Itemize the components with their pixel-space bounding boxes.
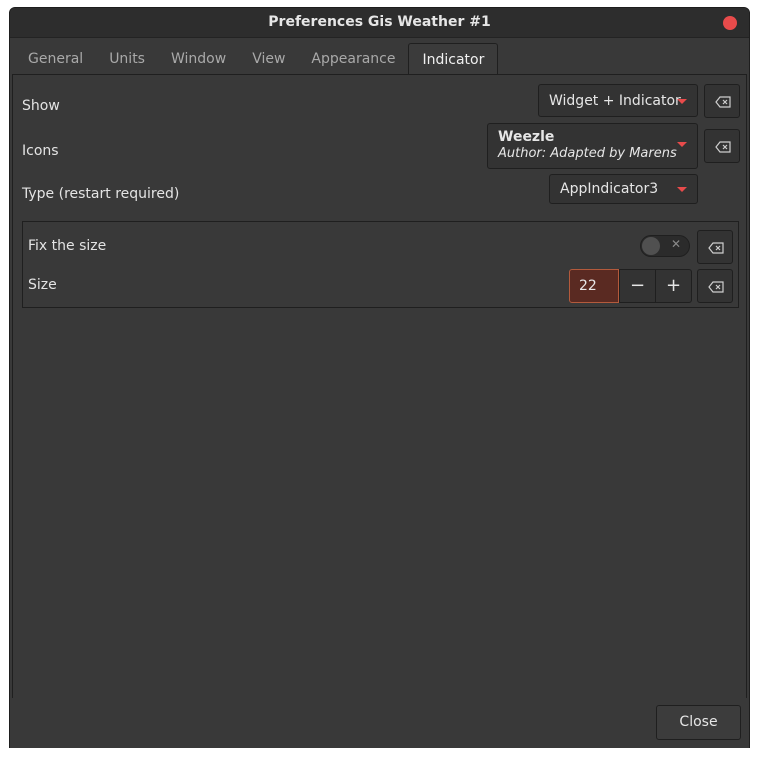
backspace-icon xyxy=(708,242,724,254)
icons-label: Icons xyxy=(22,143,59,159)
size-clear-button[interactable] xyxy=(697,269,733,303)
type-label: Type (restart required) xyxy=(22,186,180,202)
dialog-action-area xyxy=(10,698,749,748)
size-value: 22 xyxy=(579,278,597,294)
icons-combo[interactable]: Weezle Author: Adapted by Marens xyxy=(487,123,698,169)
icons-combo-title: Weezle xyxy=(498,129,555,145)
size-options-frame: Fix the size ✕ Size 22 − + xyxy=(22,221,739,308)
tab-units[interactable]: Units xyxy=(96,43,158,75)
close-button[interactable]: Close xyxy=(656,705,741,740)
fix-size-label: Fix the size xyxy=(28,238,107,254)
tab-appearance[interactable]: Appearance xyxy=(298,43,408,75)
tab-window[interactable]: Window xyxy=(158,43,239,75)
tab-general[interactable]: General xyxy=(15,43,96,75)
tab-view[interactable]: View xyxy=(239,43,298,75)
indicator-page: Show Widget + Indicator Icons Weezle Aut… xyxy=(12,74,747,699)
titlebar[interactable]: Preferences Gis Weather #1 xyxy=(10,8,749,38)
chevron-down-icon xyxy=(677,142,687,147)
fix-size-switch[interactable]: ✕ xyxy=(640,235,690,257)
size-input[interactable]: 22 xyxy=(569,269,619,303)
size-increment-button[interactable]: + xyxy=(655,269,692,303)
tab-indicator[interactable]: Indicator xyxy=(408,43,499,76)
backspace-icon xyxy=(715,141,731,153)
show-combo[interactable]: Widget + Indicator xyxy=(538,84,698,117)
show-clear-button[interactable] xyxy=(704,84,740,118)
backspace-icon xyxy=(708,281,724,293)
window-title: Preferences Gis Weather #1 xyxy=(268,14,491,30)
chevron-down-icon xyxy=(677,187,687,192)
window-close-icon[interactable] xyxy=(723,16,737,30)
show-combo-value: Widget + Indicator xyxy=(549,92,681,109)
icons-combo-author: Author: Adapted by Marens xyxy=(498,146,677,161)
preferences-window: Preferences Gis Weather #1 General Units… xyxy=(9,7,750,748)
backspace-icon xyxy=(715,96,731,108)
size-decrement-button[interactable]: − xyxy=(619,269,656,303)
chevron-down-icon xyxy=(677,98,687,104)
fix-size-clear-button[interactable] xyxy=(697,230,733,264)
type-combo[interactable]: AppIndicator3 xyxy=(549,174,698,204)
switch-knob xyxy=(642,237,660,255)
size-label: Size xyxy=(28,277,57,293)
show-label: Show xyxy=(22,98,60,114)
type-combo-value: AppIndicator3 xyxy=(560,181,659,197)
tab-bar: General Units Window View Appearance Ind… xyxy=(15,43,499,76)
close-icon: ✕ xyxy=(670,237,681,251)
icons-clear-button[interactable] xyxy=(704,129,740,163)
